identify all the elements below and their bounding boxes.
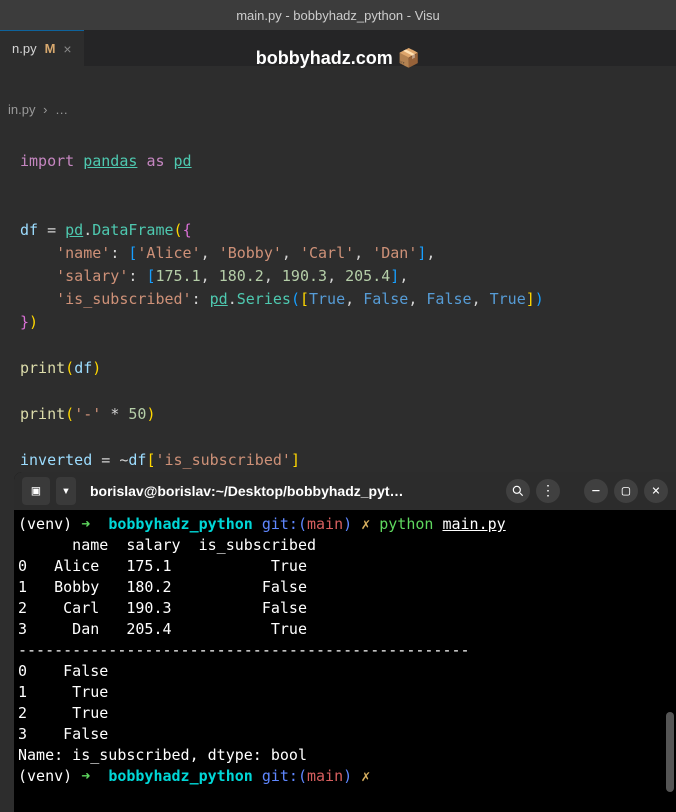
terminal-window: ▣ ▾ borislav@borislav:~/Desktop/bobbyhad… bbox=[14, 472, 676, 812]
maximize-icon[interactable]: ▢ bbox=[614, 479, 638, 503]
menu-icon[interactable]: ⋮ bbox=[536, 479, 560, 503]
window-title: main.py - bobbyhadz_python - Visu bbox=[236, 8, 440, 23]
close-window-icon[interactable]: × bbox=[644, 479, 668, 503]
terminal-header: ▣ ▾ borislav@borislav:~/Desktop/bobbyhad… bbox=[14, 472, 676, 510]
terminal-new-tab-button[interactable]: ▣ bbox=[22, 477, 50, 505]
window-title-bar: main.py - bobbyhadz_python - Visu bbox=[0, 0, 676, 30]
code-editor[interactable]: import pandas as pd df = pd.DataFrame({ … bbox=[0, 123, 676, 522]
terminal-dropdown-button[interactable]: ▾ bbox=[56, 477, 76, 505]
terminal-body[interactable]: (venv) ➜ bobbyhadz_python git:(main) ✗ p… bbox=[14, 510, 676, 791]
breadcrumb[interactable]: in.py › … bbox=[0, 96, 676, 123]
scrollbar[interactable] bbox=[666, 712, 674, 792]
terminal-title: borislav@borislav:~/Desktop/bobbyhadz_py… bbox=[82, 483, 500, 499]
minimize-icon[interactable]: − bbox=[584, 479, 608, 503]
page-header: bobbyhadz.com 📦 bbox=[0, 42, 676, 75]
search-icon[interactable] bbox=[506, 479, 530, 503]
